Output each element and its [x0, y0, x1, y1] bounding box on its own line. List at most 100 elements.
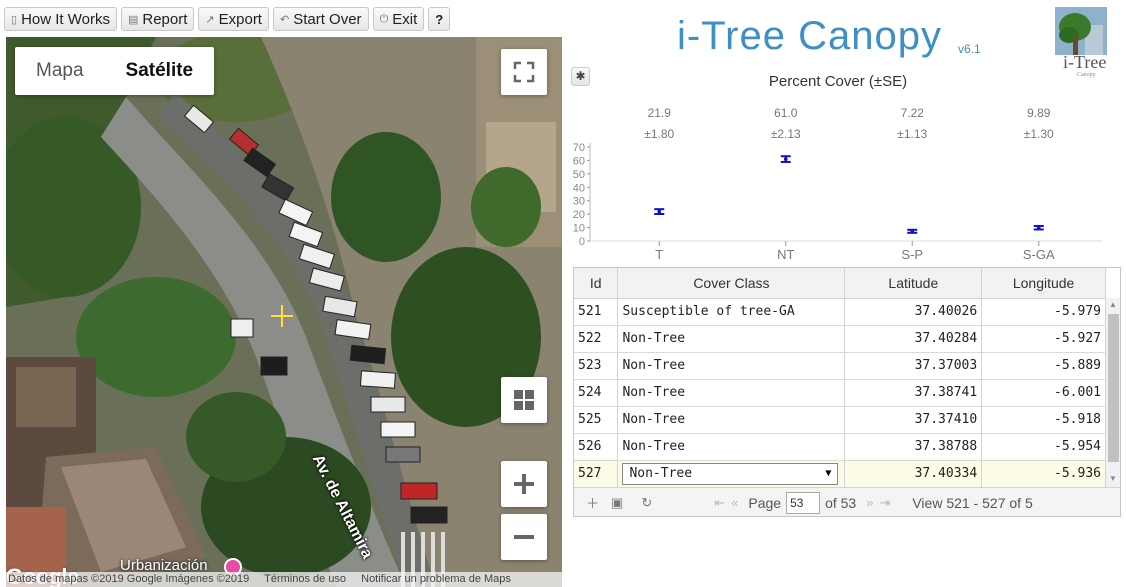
cell-latitude[interactable]: 37.38741: [844, 379, 983, 407]
y-tick-label: 40: [573, 182, 585, 194]
cell-id[interactable]: 527: [574, 460, 619, 488]
col-header-longitude[interactable]: Longitude: [981, 268, 1106, 299]
y-tick-label: 10: [573, 223, 585, 235]
zoom-in-button[interactable]: [501, 461, 547, 507]
next-page-icon[interactable]: »: [866, 495, 873, 510]
data-point: [657, 209, 662, 214]
cell-latitude[interactable]: 37.40284: [844, 325, 983, 353]
x-tick-label: NT: [777, 247, 794, 262]
cell-id[interactable]: 524: [574, 379, 619, 407]
cell-cover-class[interactable]: Non-Tree: [617, 325, 846, 353]
cell-cover-class[interactable]: Non-Tree: [617, 352, 846, 380]
cell-longitude[interactable]: -5.918: [981, 406, 1106, 434]
cell-id[interactable]: 525: [574, 406, 619, 434]
cell-latitude[interactable]: 37.37003: [844, 352, 983, 380]
undo-icon: ↶: [279, 13, 290, 26]
page-label: Page: [748, 494, 782, 511]
cell-cover-class[interactable]: Non-Tree: [617, 406, 846, 434]
satellite-map[interactable]: Mapa Satélite Av. de Altamira Urbanizaci…: [6, 37, 562, 587]
value-label: 9.89: [1027, 106, 1051, 120]
col-header-cover-class[interactable]: Cover Class: [617, 268, 846, 299]
col-header-latitude[interactable]: Latitude: [844, 268, 983, 299]
cell-latitude[interactable]: 37.40334: [844, 460, 983, 488]
page-number-input[interactable]: 53: [786, 491, 821, 514]
cell-longitude[interactable]: -5.954: [981, 433, 1106, 461]
cell-longitude[interactable]: -5.936: [981, 460, 1106, 488]
how-it-works-button[interactable]: ▯ How It Works: [4, 7, 117, 31]
error-label: ±1.30: [1024, 127, 1054, 141]
map-type-toggle: Mapa Satélite: [15, 47, 215, 95]
terms-link[interactable]: Términos de uso: [264, 573, 346, 585]
error-label: ±1.80: [644, 127, 674, 141]
exit-label: Exit: [392, 10, 418, 28]
y-tick-label: 50: [573, 169, 585, 181]
grid-layers-icon: [514, 390, 534, 410]
add-row-icon[interactable]: ＋: [586, 493, 599, 512]
chevron-down-icon: ▼: [825, 468, 832, 479]
app-title: i-Tree Canopy: [677, 14, 942, 58]
cell-longitude[interactable]: -6.001: [981, 379, 1106, 407]
cell-cover-class[interactable]: Non-Tree: [617, 433, 846, 461]
table-row[interactable]: 523 Non-Tree 37.37003 -5.889: [574, 352, 1106, 380]
col-header-id[interactable]: Id: [574, 268, 619, 299]
table-row[interactable]: 526 Non-Tree 37.38788 -5.954: [574, 433, 1106, 461]
exit-button[interactable]: ⏻ Exit: [372, 7, 425, 31]
scroll-thumb[interactable]: [1108, 314, 1119, 462]
cell-longitude[interactable]: -5.889: [981, 352, 1106, 380]
help-button[interactable]: ?: [428, 7, 451, 31]
table-row[interactable]: 524 Non-Tree 37.38741 -6.001: [574, 379, 1106, 407]
table-row[interactable]: 525 Non-Tree 37.37410 -5.918: [574, 406, 1106, 434]
cell-id[interactable]: 522: [574, 325, 619, 353]
cell-id[interactable]: 523: [574, 352, 619, 380]
y-tick-label: 60: [573, 155, 585, 167]
top-toolbar: ▯ How It Works ▤ Report ↗ Export ↶ Start…: [4, 6, 451, 32]
layers-button[interactable]: [501, 377, 547, 423]
table-row[interactable]: 522 Non-Tree 37.40284 -5.927: [574, 325, 1106, 353]
cell-id[interactable]: 521: [574, 298, 619, 326]
table-row[interactable]: 521 Susceptible of tree-GA 37.40026 -5.979: [574, 298, 1106, 326]
first-page-icon[interactable]: ⇤: [714, 495, 725, 511]
grid-header-row: Id Cover Class Latitude Longitude: [574, 268, 1106, 299]
prev-page-icon[interactable]: «: [731, 495, 738, 510]
scroll-up-icon[interactable]: ▲: [1109, 300, 1117, 309]
save-icon[interactable]: ▣: [611, 495, 623, 511]
cell-id[interactable]: 526: [574, 433, 619, 461]
map-type-map-button[interactable]: Mapa: [15, 47, 105, 95]
map-type-satellite-button[interactable]: Satélite: [105, 47, 215, 95]
cell-latitude[interactable]: 37.40026: [844, 298, 983, 326]
y-tick-label: 70: [573, 142, 585, 154]
cell-cover-class[interactable]: Non-Tree: [617, 379, 846, 407]
report-problem-link[interactable]: Notificar un problema de Maps: [361, 573, 511, 585]
table-row[interactable]: 527 Non-Tree ▼ 37.40334 -5.936: [574, 460, 1106, 488]
x-tick-label: S-P: [901, 247, 923, 262]
refresh-icon[interactable]: ↻: [641, 495, 652, 511]
page-count-label: of 53: [825, 494, 857, 511]
value-label: 61.0: [774, 106, 798, 120]
cell-latitude[interactable]: 37.37410: [844, 406, 983, 434]
scroll-down-icon[interactable]: ▼: [1109, 474, 1117, 483]
cover-class-select[interactable]: Non-Tree ▼: [622, 462, 839, 485]
data-point: [783, 157, 788, 161]
cell-latitude[interactable]: 37.38788: [844, 433, 983, 461]
report-button[interactable]: ▤ Report: [120, 7, 195, 31]
cell-cover-class[interactable]: Susceptible of tree-GA: [617, 298, 846, 326]
how-it-works-label: How It Works: [21, 10, 110, 28]
cell-longitude[interactable]: -5.927: [981, 325, 1106, 353]
start-over-button[interactable]: ↶ Start Over: [272, 7, 369, 31]
start-over-label: Start Over: [293, 10, 362, 28]
zoom-out-button[interactable]: [501, 514, 547, 560]
error-label: ±1.13: [897, 127, 927, 141]
export-button[interactable]: ↗ Export: [198, 7, 269, 31]
report-label: Report: [142, 10, 188, 28]
view-range-label: View 521 - 527 of 5: [912, 494, 1033, 511]
last-page-icon[interactable]: ⇥: [879, 495, 890, 511]
cover-class-selected-value: Non-Tree: [629, 466, 693, 481]
cell-longitude[interactable]: -5.979: [981, 298, 1106, 326]
y-tick-label: 20: [573, 209, 585, 221]
error-label: ±2.13: [771, 127, 801, 141]
grid-pager: ＋ ▣ ↻ ⇤ « Page 53 of 53 » ⇥ View 521 - 5…: [574, 487, 1120, 516]
app-version: v6.1: [958, 42, 981, 56]
attribution-data: Datos de mapas ©2019 Google Imágenes ©20…: [8, 573, 250, 585]
fullscreen-button[interactable]: [501, 49, 547, 95]
grid-scrollbar[interactable]: ▲ ▼: [1106, 298, 1120, 487]
